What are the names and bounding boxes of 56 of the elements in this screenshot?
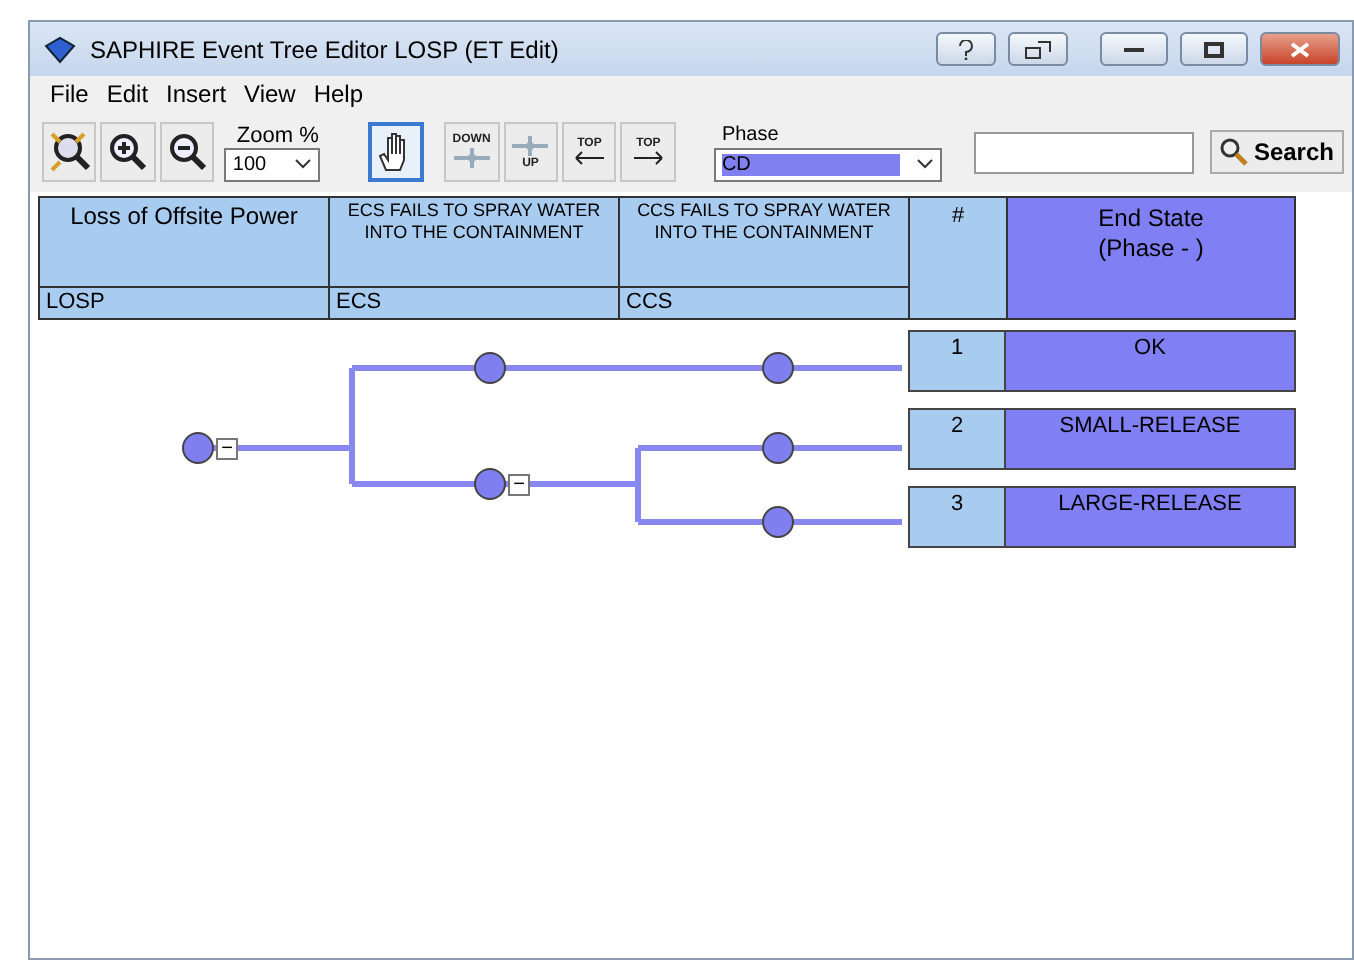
collapse-button[interactable]: − <box>508 474 530 496</box>
sequence-number: 2 <box>910 410 1006 468</box>
branch-icon <box>449 146 494 170</box>
zoom-out-icon <box>165 130 210 174</box>
tree-node[interactable] <box>474 352 506 384</box>
collapse-button[interactable]: − <box>216 438 238 460</box>
help-icon <box>958 39 974 59</box>
sequence-number: 1 <box>910 332 1006 390</box>
search-button[interactable]: Search <box>1209 130 1344 174</box>
zoom-out-button[interactable] <box>159 122 215 182</box>
event-title: ECS FAILS TO SPRAY WATER INTO THE CONTAINMENT <box>345 198 603 246</box>
end-state-cell: OK <box>1006 332 1294 390</box>
event-title: Loss of Offsite Power <box>68 200 300 234</box>
tree-node[interactable] <box>182 432 214 464</box>
close-icon <box>1290 41 1310 57</box>
left-arrow-icon <box>571 150 608 166</box>
phase-dropdown[interactable]: CD <box>713 147 942 181</box>
right-arrow-icon <box>630 150 667 166</box>
tree-node[interactable] <box>762 432 794 464</box>
minimize-button[interactable] <box>1100 32 1168 66</box>
restore-button[interactable] <box>1008 32 1068 66</box>
app-logo-icon <box>42 35 78 63</box>
search-icon <box>1219 138 1248 166</box>
end-state-header: End State (Phase - ) <box>1006 196 1296 320</box>
zoom-label: Zoom % <box>234 123 321 147</box>
fit-button[interactable] <box>42 122 97 182</box>
window-title: SAPHIRE Event Tree Editor LOSP (ET Edit) <box>90 35 561 63</box>
maximize-button[interactable] <box>1180 32 1248 66</box>
branch-icon <box>508 134 553 158</box>
close-button[interactable] <box>1260 32 1340 66</box>
caret-icon <box>915 158 934 170</box>
minimize-icon <box>1124 45 1144 53</box>
zoom-dropdown[interactable]: 100 <box>224 147 321 181</box>
number-column-header: # <box>908 196 1006 320</box>
caret-icon <box>294 158 313 170</box>
search-field[interactable] <box>973 131 1194 173</box>
phase-label: Phase <box>719 123 781 147</box>
end-state-cell: LARGE-RELEASE <box>1006 488 1294 546</box>
zoom-in-button[interactable] <box>100 122 156 182</box>
restore-icon <box>1024 39 1052 59</box>
hand-tool-button[interactable] <box>368 122 425 182</box>
menu-item[interactable]: View <box>244 80 296 108</box>
end-state-cell: SMALL-RELEASE <box>1006 410 1294 468</box>
menu-item[interactable]: Edit <box>106 80 149 108</box>
sequence-number: 3 <box>910 488 1006 546</box>
zoom-fit-icon <box>47 130 92 174</box>
tree-node[interactable] <box>474 468 506 500</box>
menu-item[interactable]: Insert <box>166 80 227 108</box>
menu-item[interactable]: File <box>50 80 89 108</box>
maximize-icon <box>1204 41 1224 57</box>
event-title: CCS FAILS TO SPRAY WATER INTO THE CONTAINMENT <box>635 198 893 246</box>
help-button[interactable] <box>936 32 996 66</box>
menu-item[interactable]: Help <box>313 80 364 108</box>
zoom-in-icon <box>106 130 151 174</box>
tree-node[interactable] <box>762 506 794 538</box>
tree-node[interactable] <box>762 352 794 384</box>
